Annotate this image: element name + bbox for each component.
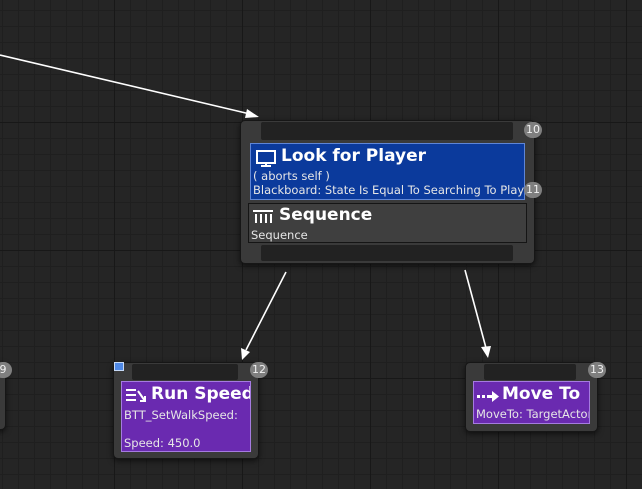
- task-run-speed[interactable]: Run Speed BTT_SetWalkSpeed: Speed: 450.0: [121, 381, 251, 452]
- run-speed-title: Run Speed: [151, 384, 251, 404]
- move-to-target: MoveTo: TargetActor: [476, 407, 590, 421]
- move-to-node[interactable]: Move To MoveTo: TargetActor: [465, 362, 598, 432]
- sequence-title: Sequence: [279, 205, 373, 225]
- sequence-node[interactable]: Look for Player ( aborts self ) Blackboa…: [240, 120, 535, 264]
- run-speed-node[interactable]: Run Speed BTT_SetWalkSpeed: Speed: 450.0: [113, 362, 259, 459]
- run-speed-input-pin[interactable]: [132, 364, 238, 380]
- sequence-output-pin[interactable]: [261, 245, 513, 261]
- run-speed-task-name: BTT_SetWalkSpeed:: [124, 408, 238, 422]
- move-to-arrow-icon: [477, 391, 499, 402]
- decorator-title: Look for Player: [281, 146, 427, 166]
- task-move-to[interactable]: Move To MoveTo: TargetActor: [473, 381, 590, 424]
- wire-incoming-arrowhead: [245, 109, 259, 118]
- wire-to-move-to-arrowhead: [481, 346, 491, 358]
- wire-to-run-speed-arrowhead: [241, 348, 250, 360]
- run-speed-index-badge: 12: [250, 362, 268, 378]
- run-speed-value: Speed: 450.0: [124, 436, 201, 450]
- move-to-index-badge: 13: [588, 362, 606, 378]
- sequence-node-index-badge: 10: [524, 122, 542, 138]
- decorator-aborts: ( aborts self ): [253, 169, 330, 183]
- wire-to-move-to: [464, 269, 487, 349]
- blueprint-icon: [114, 362, 124, 371]
- wire-incoming: [0, 54, 251, 115]
- sequence-icon: [253, 210, 273, 223]
- sequence-subtitle: Sequence: [251, 228, 308, 242]
- run-speed-icon: [126, 389, 146, 402]
- composite-sequence[interactable]: Sequence Sequence: [248, 203, 527, 243]
- decorator-index-badge: 11: [524, 182, 542, 198]
- monitor-icon: [256, 150, 276, 167]
- move-to-title: Move To: [502, 384, 581, 404]
- offscreen-node-index-badge: 9: [0, 362, 12, 378]
- wire-to-run-speed: [245, 271, 287, 351]
- move-to-input-pin[interactable]: [484, 364, 576, 380]
- sequence-input-pin[interactable]: [261, 122, 513, 140]
- decorator-look-for-player[interactable]: Look for Player ( aborts self ) Blackboa…: [250, 143, 525, 200]
- decorator-condition: Blackboard: State Is Equal To Searching …: [253, 183, 525, 197]
